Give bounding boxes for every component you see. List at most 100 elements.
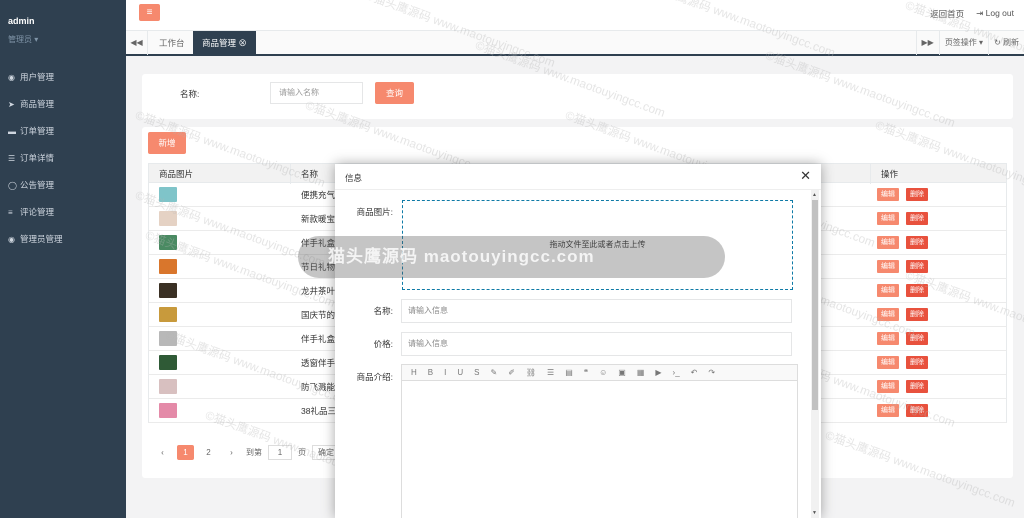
product-thumbnail	[159, 355, 177, 370]
edit-button[interactable]: 编辑	[877, 212, 899, 225]
close-icon[interactable]: ✕	[800, 168, 811, 184]
product-thumbnail	[159, 403, 177, 418]
sidebar-item-3[interactable]: ☰ 订单详情	[8, 151, 54, 165]
page-2-button[interactable]: 2	[200, 445, 217, 460]
editor-tool-icon[interactable]: ❝	[584, 368, 588, 377]
delete-button[interactable]: 删除	[906, 332, 928, 345]
delete-button[interactable]: 删除	[906, 308, 928, 321]
add-button[interactable]: 新增	[148, 132, 186, 154]
edit-button[interactable]: 编辑	[877, 380, 899, 393]
role-dropdown[interactable]: 管理员 ▾	[8, 34, 38, 45]
close-tab-icon[interactable]: ⊗	[238, 38, 247, 48]
editor-tool-icon[interactable]: H	[411, 368, 417, 377]
delete-button[interactable]: 删除	[906, 356, 928, 369]
pagination: ‹ 1 2 › 到第 1 页 确定	[154, 445, 340, 460]
delete-button[interactable]: 删除	[906, 260, 928, 273]
product-thumbnail	[159, 235, 177, 250]
tab-operations-dropdown[interactable]: 页签操作 ▾	[938, 31, 988, 55]
edit-button[interactable]: 编辑	[877, 236, 899, 249]
product-name: 便携充气	[301, 190, 336, 200]
delete-button[interactable]: 删除	[906, 284, 928, 297]
name-field-label: 名称:	[373, 306, 393, 316]
editor-toolbar: H B I U S ✎ ✐ ⛓ ☰ ▤ ❝ ☺ ▣ ▦ ▶ ›_ ↶ ↷	[402, 365, 797, 381]
chat-icon: ◯	[8, 180, 17, 190]
editor-tool-icon[interactable]: ›_	[673, 368, 680, 377]
tab-dashboard[interactable]: 工作台	[150, 31, 194, 55]
scroll-down-icon[interactable]: ▼	[812, 510, 817, 516]
sidebar-item-label: 订单管理	[20, 126, 55, 136]
admin-icon: ◉	[8, 234, 15, 244]
product-thumbnail	[159, 211, 177, 226]
next-page-button[interactable]: ›	[223, 445, 240, 460]
delete-button[interactable]: 删除	[906, 380, 928, 393]
editor-tool-icon[interactable]: U	[457, 368, 463, 377]
editor-tool-icon[interactable]: I	[444, 368, 446, 377]
search-input[interactable]: 请输入名称	[270, 82, 363, 104]
product-thumbnail	[159, 187, 177, 202]
modal-scrollbar[interactable]: ▲ ▼	[811, 190, 819, 518]
sidebar-item-label: 公告管理	[20, 180, 55, 190]
product-thumbnail	[159, 283, 177, 298]
editor-tool-icon[interactable]: ✎	[490, 368, 497, 377]
search-button[interactable]: 查询	[375, 82, 414, 104]
editor-tool-icon[interactable]: ↶	[691, 368, 698, 377]
editor-tool-icon[interactable]: ⛓	[526, 368, 536, 377]
delete-button[interactable]: 删除	[906, 188, 928, 201]
search-panel: 名称: 请输入名称 查询	[142, 74, 1013, 119]
edit-button[interactable]: 编辑	[877, 356, 899, 369]
tab-product-management[interactable]: 商品管理 ⊗	[193, 31, 256, 55]
editor-tool-icon[interactable]: B	[428, 368, 433, 377]
tab-scroll-right-button[interactable]: ▶▶	[915, 31, 939, 55]
logout-link[interactable]: ⇥ Log out	[976, 8, 1014, 20]
tab-scroll-left-button[interactable]: ◀◀	[126, 31, 148, 55]
scroll-up-icon[interactable]: ▲	[812, 192, 817, 198]
editor-tool-icon[interactable]: ✐	[508, 368, 515, 377]
card-icon: ▬	[8, 126, 16, 136]
sidebar-item-5[interactable]: ≡ 评论管理	[8, 205, 54, 219]
page-1-button[interactable]: 1	[177, 445, 194, 460]
rich-text-editor[interactable]: H B I U S ✎ ✐ ⛓ ☰ ▤ ❝ ☺ ▣ ▦ ▶ ›_ ↶ ↷	[401, 364, 798, 518]
edit-button[interactable]: 编辑	[877, 404, 899, 417]
delete-button[interactable]: 删除	[906, 212, 928, 225]
scrollbar-thumb[interactable]	[812, 200, 818, 410]
menu-toggle-button[interactable]: ≡	[139, 4, 160, 21]
delete-button[interactable]: 删除	[906, 236, 928, 249]
sidebar-item-4[interactable]: ◯ 公告管理	[8, 178, 54, 192]
column-header-actions: 操作	[881, 169, 899, 179]
editor-tool-icon[interactable]: ☰	[547, 368, 554, 377]
editor-tool-icon[interactable]: ▣	[618, 368, 626, 377]
product-name: 伴手礼盒	[301, 334, 336, 344]
sidebar-item-6[interactable]: ◉ 管理员管理	[8, 232, 63, 246]
price-input[interactable]: 请输入信息	[401, 332, 792, 356]
home-link[interactable]: 返回首页	[930, 8, 964, 20]
editor-tool-icon[interactable]: ▦	[637, 368, 645, 377]
editor-tool-icon[interactable]: ▤	[565, 368, 573, 377]
page-number-input[interactable]: 1	[268, 445, 292, 460]
editor-tool-icon[interactable]: ▶	[655, 368, 661, 377]
sidebar-item-label: 用户管理	[20, 72, 55, 82]
product-name: 新款暖宝	[301, 214, 336, 224]
sidebar-item-1[interactable]: ➤ 商品管理	[8, 97, 54, 111]
edit-button[interactable]: 编辑	[877, 332, 899, 345]
name-input[interactable]: 请输入信息	[401, 299, 792, 323]
product-name: 龙井茶叶	[301, 286, 336, 296]
editor-tool-icon[interactable]: ☺	[599, 368, 607, 377]
edit-button[interactable]: 编辑	[877, 188, 899, 201]
edit-button[interactable]: 编辑	[877, 308, 899, 321]
edit-button[interactable]: 编辑	[877, 260, 899, 273]
modal-header: 信息 ✕	[335, 164, 821, 190]
bars-icon: ≡	[8, 207, 13, 217]
sidebar-item-2[interactable]: ▬ 订单管理	[8, 124, 54, 138]
refresh-button[interactable]: ↻ 刷新	[988, 31, 1024, 55]
sidebar: admin 管理员 ▾ ◉ 用户管理 ➤ 商品管理 ▬ 订单管理 ☰ 订单详情 ◯ 公告管理 ≡ 评论…	[0, 0, 126, 518]
edit-button[interactable]: 编辑	[877, 284, 899, 297]
prev-page-button[interactable]: ‹	[154, 445, 171, 460]
editor-tool-icon[interactable]: S	[474, 368, 479, 377]
sidebar-item-0[interactable]: ◉ 用户管理	[8, 70, 54, 84]
modal-title: 信息	[345, 173, 363, 183]
product-thumbnail	[159, 331, 177, 346]
editor-tool-icon[interactable]: ↷	[708, 368, 715, 377]
delete-button[interactable]: 删除	[906, 404, 928, 417]
product-name: 38礼品三	[301, 406, 336, 416]
goto-label: 到第	[246, 448, 262, 457]
